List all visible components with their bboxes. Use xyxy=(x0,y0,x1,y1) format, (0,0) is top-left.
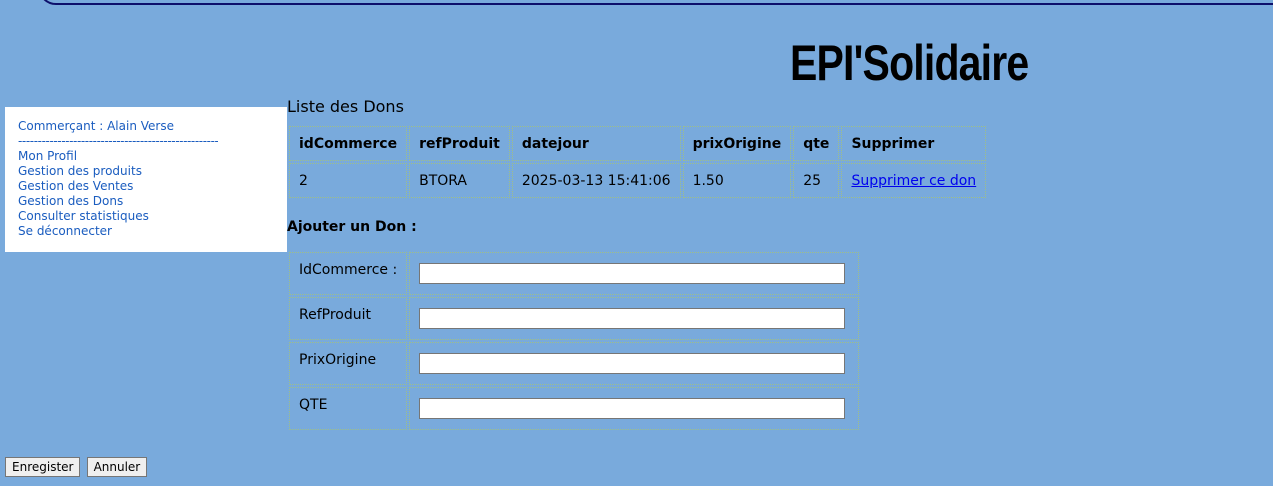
form-buttons: Enregister Annuler xyxy=(5,456,148,477)
table-header-row: idCommerce refProduit datejour prixOrigi… xyxy=(289,126,987,161)
site-logo-title: EPI'Solidaire xyxy=(790,35,1029,91)
sidebar-separator: ----------------------------------------… xyxy=(18,134,218,148)
form-row-refproduit: RefProduit xyxy=(289,297,860,340)
add-don-title: Ajouter un Don : xyxy=(287,219,417,235)
table-row: 2 BTORA 2025-03-13 15:41:06 1.50 25 Supp… xyxy=(289,163,987,198)
form-row-prixorigine: PrixOrigine xyxy=(289,342,860,385)
column-header-qte: qte xyxy=(793,126,840,161)
nav-gestion-produits[interactable]: Gestion des produits xyxy=(18,164,287,179)
qte-label: QTE xyxy=(289,387,408,430)
cell-idcommerce: 2 xyxy=(289,163,408,198)
column-header-refproduit: refProduit xyxy=(409,126,510,161)
form-row-qte: QTE xyxy=(289,387,860,430)
cancel-button[interactable]: Annuler xyxy=(86,457,148,477)
prixorigine-input[interactable] xyxy=(419,353,846,374)
save-button[interactable]: Enregister xyxy=(5,457,81,477)
cell-refproduit: BTORA xyxy=(409,163,510,198)
cell-datejour: 2025-03-13 15:41:06 xyxy=(511,163,681,198)
dons-table: idCommerce refProduit datejour prixOrigi… xyxy=(287,124,988,200)
nav-se-deconnecter[interactable]: Se déconnecter xyxy=(18,224,287,239)
refproduit-input[interactable] xyxy=(419,308,846,329)
cell-supprimer: Supprimer ce don xyxy=(841,163,987,198)
idcommerce-input[interactable] xyxy=(419,263,846,284)
column-header-idcommerce: idCommerce xyxy=(289,126,408,161)
qte-input[interactable] xyxy=(419,398,846,419)
column-header-prixorigine: prixOrigine xyxy=(682,126,792,161)
merchant-name: Commerçant : Alain Verse xyxy=(18,119,174,133)
prixorigine-label: PrixOrigine xyxy=(289,342,408,385)
refproduit-label: RefProduit xyxy=(289,297,408,340)
idcommerce-label: IdCommerce : xyxy=(289,252,408,295)
nav-gestion-ventes[interactable]: Gestion des Ventes xyxy=(18,179,287,194)
column-header-supprimer: Supprimer xyxy=(841,126,987,161)
nav-mon-profil[interactable]: Mon Profil xyxy=(18,149,287,164)
nav-consulter-statistiques[interactable]: Consulter statistiques xyxy=(18,209,287,224)
dons-list-title: Liste des Dons xyxy=(287,97,404,116)
nav-gestion-dons[interactable]: Gestion des Dons xyxy=(18,194,287,209)
add-don-form: IdCommerce : RefProduit PrixOrigine QTE xyxy=(287,250,861,432)
header-frame xyxy=(38,0,1273,5)
column-header-datejour: datejour xyxy=(511,126,681,161)
cell-qte: 25 xyxy=(793,163,840,198)
cell-prixorigine: 1.50 xyxy=(682,163,792,198)
form-row-idcommerce: IdCommerce : xyxy=(289,252,860,295)
sidebar-menu: Commerçant : Alain Verse ---------------… xyxy=(5,107,287,252)
delete-don-link[interactable]: Supprimer ce don xyxy=(851,173,976,189)
